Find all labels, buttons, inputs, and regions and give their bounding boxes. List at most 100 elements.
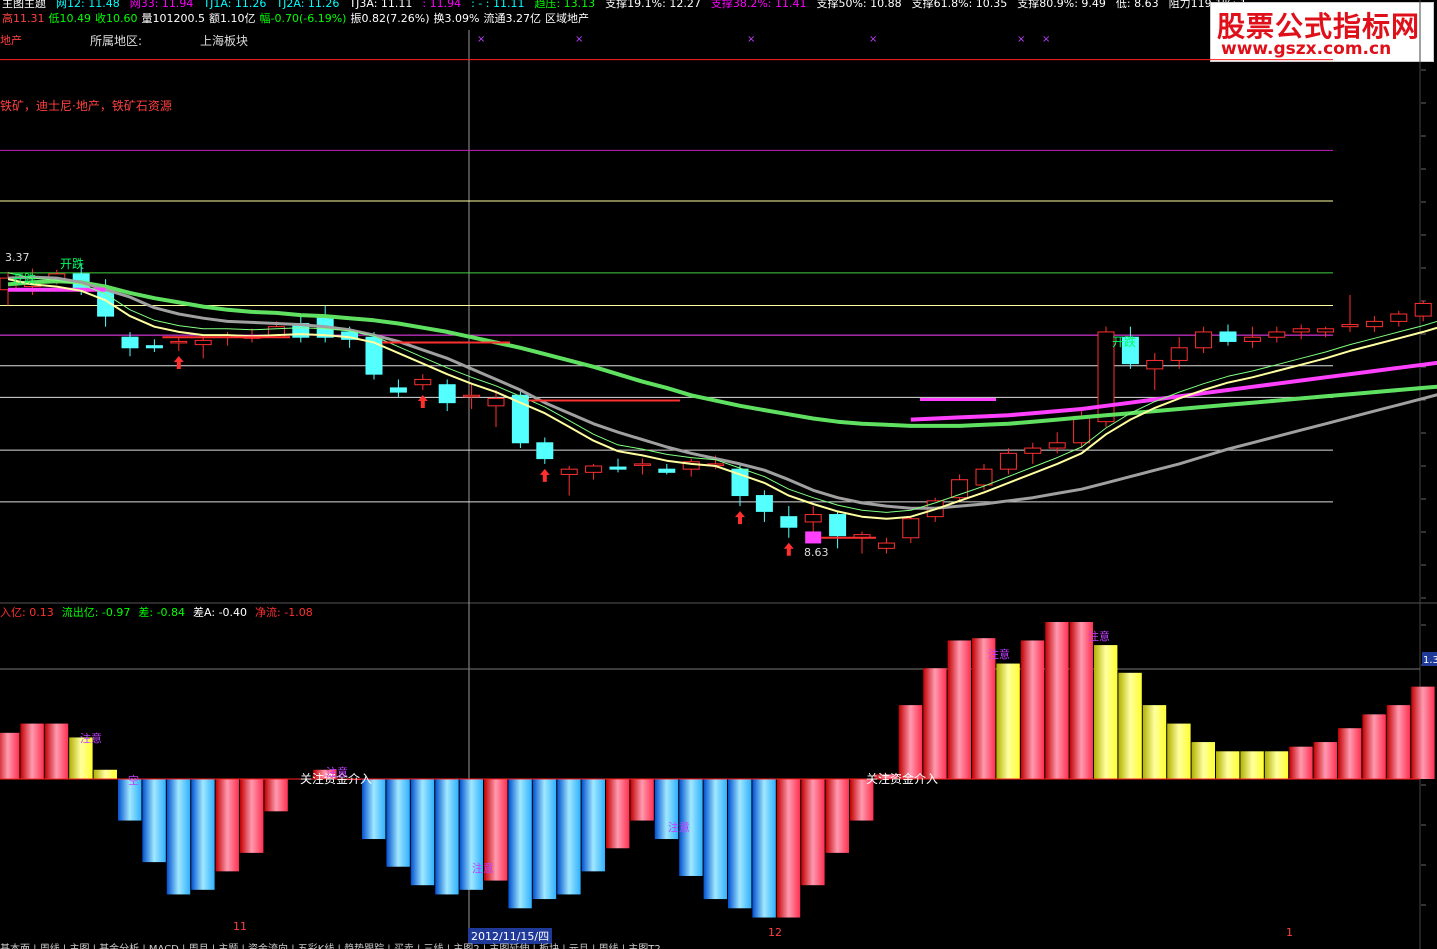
attention-label: 注意 (668, 820, 690, 834)
flow-bar (0, 732, 20, 779)
candle-body (463, 394, 481, 398)
flow-bar (1240, 751, 1264, 779)
candle-body (902, 518, 920, 539)
attention-label: 注意 (1088, 629, 1110, 643)
candle-body (438, 384, 456, 404)
candle-body (487, 397, 505, 407)
indicator-tabs[interactable]: 基本面 | 周线 | 主图 | 基金分析 | MACD | 周月 | 主题 | … (0, 940, 1437, 949)
flow-bar (191, 779, 215, 890)
attention-label: 注意 (326, 765, 348, 779)
signal-marker: × (1017, 34, 1025, 45)
flow-bar (581, 779, 605, 872)
lowerinfo-item: 差: -0.84 (138, 606, 186, 619)
flow-bar (1167, 723, 1191, 779)
chart-canvas[interactable]: × × × × × ×3.37 开跌开跌开跌8.63注意空 关注资金介入注意注意注意关注资金介… (0, 0, 1437, 949)
flow-bar (728, 779, 752, 909)
highlight-box (805, 531, 822, 544)
signal-marker: × (575, 34, 583, 45)
ma-white-line (7, 278, 1437, 520)
buy-arrow-icon (783, 542, 794, 556)
lowerinfo-item: 净流: -1.08 (255, 606, 313, 619)
signal-marker: × (869, 34, 877, 45)
candle-body (121, 336, 139, 349)
candle-body (1146, 359, 1164, 370)
candle-body (585, 465, 603, 473)
candle-body (804, 514, 822, 523)
flow-bar (898, 705, 923, 779)
axis-value-label: 1.3 (1423, 655, 1437, 666)
flow-bar (825, 779, 849, 853)
flow-bar (44, 723, 69, 779)
buy-arrow-icon (735, 511, 745, 525)
signal-marker: × (747, 34, 755, 45)
candle-body (780, 516, 798, 528)
flow-bar (923, 668, 947, 779)
flow-bar (776, 779, 801, 918)
candle-body (1414, 302, 1432, 317)
flow-bar (215, 779, 239, 872)
candle-body (1170, 347, 1188, 361)
flow-bar (1191, 742, 1215, 779)
candle-body (414, 378, 432, 386)
flow-bar (801, 779, 825, 886)
flow-bar (557, 779, 581, 895)
candle-body (1195, 331, 1213, 349)
candle-body (560, 468, 578, 475)
candle-body (389, 387, 407, 393)
flow-bar (410, 779, 435, 886)
candle-body (755, 495, 773, 512)
flow-bar (630, 779, 654, 821)
lowerinfo-item: 入亿: 0.13 (0, 606, 54, 619)
flow-bar (166, 779, 191, 895)
candle-body (1243, 336, 1261, 342)
lowerinfo-item: 流出亿: -0.97 (61, 606, 131, 619)
flow-bar (1142, 705, 1167, 779)
candle-body (829, 514, 847, 537)
flow-bar (947, 640, 971, 779)
capital-entry-label: 关注资金介入 (866, 771, 938, 786)
chart-window: 主图主题 网12: 11.48 网33: 11.94 TJ1A: 11.26 TJ2A:… (0, 0, 1437, 949)
candle-body (877, 542, 895, 549)
flow-bar (996, 663, 1020, 779)
x-label-jan: 1 (1286, 926, 1293, 939)
flow-bar (1264, 751, 1289, 779)
flow-bar (386, 779, 410, 867)
flow-bar (752, 779, 776, 918)
candle-body (1024, 447, 1042, 454)
candle-body (170, 340, 188, 344)
attention-label: 注意 (988, 647, 1010, 661)
signal-marker: × (1042, 34, 1050, 45)
kaidie-label: 开跌 (60, 256, 84, 271)
flow-bar (1338, 728, 1362, 779)
flow-bar (240, 779, 264, 853)
attention-label: 注意 (472, 861, 494, 875)
flow-bar (93, 769, 117, 779)
capital-flow-values: 入亿: 0.13 流出亿: -0.97 差: -0.84 差A: -0.40 净流: -… (0, 604, 321, 620)
kaidie-label: 开跌 (1112, 334, 1136, 349)
flow-bar (362, 779, 386, 840)
flow-bar (703, 779, 727, 900)
flow-bar (1362, 714, 1386, 779)
flow-bar (1045, 622, 1069, 779)
flow-bar (606, 779, 630, 849)
buy-arrow-icon (173, 355, 184, 369)
candle-body (1341, 324, 1359, 328)
candle-body (1292, 328, 1310, 333)
flow-bar (435, 779, 459, 895)
candle-body (1390, 313, 1408, 322)
x-label-nov: 11 (233, 920, 247, 933)
flow-bar (264, 779, 288, 812)
flow-bar (142, 779, 166, 863)
flow-bar (1411, 686, 1435, 779)
candle-body (1317, 328, 1335, 333)
price-high-label: 3.37 (5, 251, 30, 264)
flow-bar (1118, 672, 1142, 779)
candle-body (609, 466, 627, 470)
flow-bar (20, 723, 44, 779)
flow-bar (1289, 746, 1313, 779)
candle-body (1365, 320, 1383, 328)
candle-body (145, 345, 163, 349)
candle-body (194, 339, 212, 346)
candle-body (536, 442, 554, 460)
candle-body (999, 452, 1017, 470)
